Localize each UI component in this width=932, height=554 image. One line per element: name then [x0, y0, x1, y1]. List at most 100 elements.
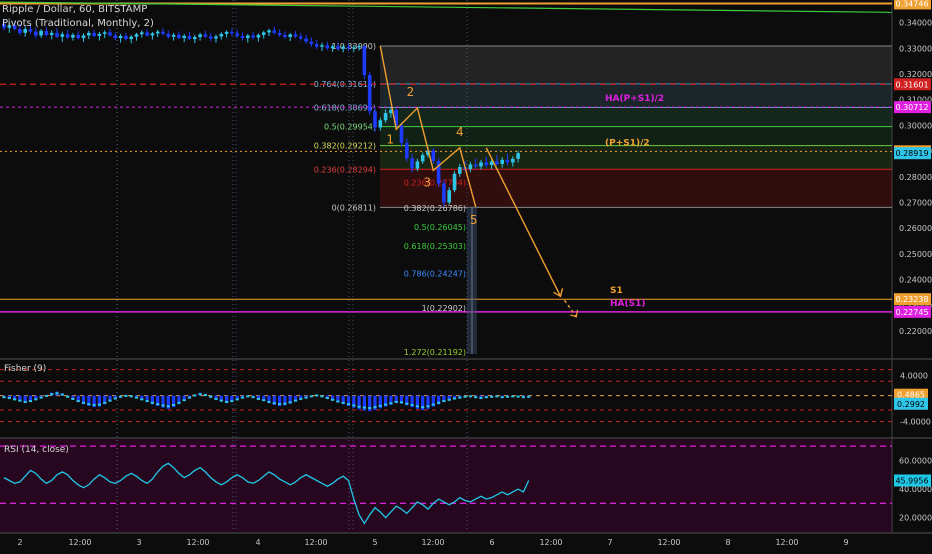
- fisher-trigger-mark: [325, 397, 329, 400]
- fisher-trigger-mark: [357, 405, 361, 408]
- fisher-trigger-mark: [177, 401, 181, 404]
- candle-body: [325, 45, 330, 49]
- candle-body: [102, 32, 107, 34]
- candle-body: [166, 33, 171, 37]
- candle-body: [251, 35, 255, 38]
- candle-body: [150, 33, 155, 36]
- fisher-trigger-mark: [214, 397, 218, 400]
- fisher-trigger-mark: [18, 399, 22, 402]
- fisher-trigger-mark: [92, 403, 96, 406]
- fisher-trigger-mark: [235, 398, 239, 401]
- fisher-trigger-mark: [521, 396, 525, 399]
- candle-body: [399, 125, 404, 143]
- candle-body: [34, 31, 38, 36]
- candle-body: [214, 36, 218, 39]
- candle-body: [304, 38, 308, 42]
- fisher-trigger-mark: [256, 397, 260, 400]
- candle-body: [341, 46, 345, 49]
- fisher-trigger-mark: [34, 398, 38, 401]
- fisher-trigger-mark: [405, 402, 409, 405]
- fisher-label[interactable]: Fisher (9): [4, 364, 46, 374]
- candle-body: [373, 111, 377, 128]
- candle-body: [256, 34, 261, 38]
- fisher-trigger-mark: [87, 403, 91, 406]
- fisher-trigger-mark: [187, 396, 192, 399]
- candle-body: [511, 158, 515, 163]
- candle-body: [277, 32, 282, 35]
- rsi-label[interactable]: RSI (14, close): [4, 445, 69, 455]
- fisher-trigger-mark: [129, 395, 133, 398]
- fisher-trigger-mark: [55, 392, 59, 395]
- pivot-label: HA(P+S1)/2: [605, 94, 664, 104]
- fisher-trigger-mark: [511, 395, 515, 398]
- fisher-trigger-mark: [479, 397, 483, 400]
- candle-body: [362, 46, 367, 76]
- candle-body: [320, 45, 324, 47]
- candle-body: [240, 35, 245, 39]
- candle-body: [71, 34, 75, 38]
- candle-body: [293, 34, 298, 37]
- fisher-trigger-mark: [346, 403, 351, 406]
- candle-body: [60, 34, 65, 37]
- price-tag-text: 0.34746: [895, 0, 928, 8]
- candle-body: [230, 31, 234, 34]
- fisher-trigger-mark: [97, 403, 101, 406]
- price-axis-tick: 0.32000: [899, 70, 932, 79]
- time-axis-tick: 12:00: [539, 538, 562, 547]
- candle-body: [468, 164, 473, 170]
- candle-body: [309, 41, 314, 45]
- candle-body: [261, 32, 266, 35]
- candle-body: [458, 167, 462, 174]
- fisher-trigger-mark: [421, 406, 425, 409]
- symbol-title[interactable]: Ripple / Dollar, 60, BITSTAMP: [2, 3, 154, 17]
- candle-body: [171, 34, 176, 37]
- pivot-label: S1: [610, 286, 623, 296]
- fisher-trigger-mark: [378, 404, 382, 407]
- pivot-indicator-label[interactable]: Pivots (Traditional, Monthly, 2): [2, 17, 154, 31]
- fisher-trigger-mark: [431, 403, 435, 406]
- fib-label: 0.618(0.30695): [314, 104, 376, 113]
- candle-body: [378, 120, 383, 128]
- fisher-trigger-mark: [304, 396, 308, 399]
- fisher-trigger-mark: [373, 406, 377, 409]
- candle-body: [155, 31, 160, 34]
- fisher-trigger-mark: [161, 404, 165, 407]
- fisher-trigger-mark: [251, 396, 255, 399]
- fisher-trigger-mark: [341, 401, 345, 404]
- price-axis-tick: 0.33000: [899, 44, 932, 53]
- candle-body: [272, 30, 277, 33]
- candle-body: [44, 30, 49, 35]
- candle-body: [113, 35, 118, 39]
- fisher-trigger-mark: [39, 396, 43, 399]
- fib-band: [380, 169, 892, 208]
- fisher-trigger-mark: [81, 401, 86, 404]
- candle-body: [182, 35, 186, 39]
- fisher-trigger-mark: [166, 405, 170, 408]
- fisher-trigger-mark: [468, 395, 472, 398]
- chart-area[interactable]: 1(0.33090) 0.764(0.31615) 0.618(0.30695) 0.…: [0, 0, 932, 550]
- candle-body: [283, 34, 287, 38]
- fisher-trigger-mark: [134, 396, 139, 399]
- candle-body: [187, 35, 192, 40]
- candle-body: [81, 35, 86, 39]
- price-tag-text: 0.28919: [895, 149, 928, 158]
- candle-body: [92, 32, 96, 36]
- candle-body: [208, 36, 213, 39]
- fisher-trigger-mark: [203, 394, 207, 397]
- fisher-trigger-mark: [516, 395, 520, 398]
- candle-body: [224, 31, 229, 34]
- fisher-trigger-mark: [198, 393, 202, 396]
- fib-label: 0.236(0.28294): [314, 165, 376, 174]
- wave-label-1: 1: [386, 132, 394, 146]
- fisher-value-text: 0.2992: [897, 400, 925, 409]
- fisher-trigger-mark: [389, 402, 393, 405]
- time-axis-tick: 12:00: [421, 538, 444, 547]
- candle-body: [124, 35, 128, 40]
- candle-body: [405, 142, 409, 159]
- fisher-trigger-mark: [320, 395, 324, 398]
- price-axis-tick: 0.22000: [899, 327, 932, 336]
- wave-label-3: 3: [423, 175, 431, 189]
- candle-body: [65, 34, 70, 38]
- candle-body: [383, 113, 388, 121]
- wave-label-4: 4: [456, 125, 464, 139]
